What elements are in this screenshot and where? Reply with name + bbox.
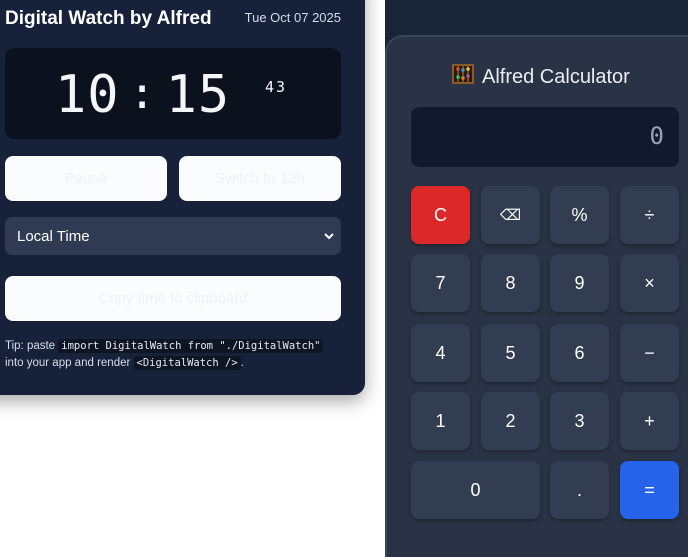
watch-title: Digital Watch by Alfred <box>5 8 212 29</box>
watch-date: Tue Oct 07 2025 <box>244 10 341 25</box>
key-3[interactable]: 3 <box>550 392 609 450</box>
key-0[interactable]: 0 <box>411 461 540 519</box>
clock-seconds: 43 <box>265 78 288 96</box>
copy-time-button[interactable]: Copy time to clipboard <box>5 276 341 321</box>
key-6[interactable]: 6 <box>550 324 609 382</box>
clock-display: 10:15 43 <box>5 48 341 139</box>
pause-button[interactable]: Pause <box>5 156 167 201</box>
calculator-title-text: Alfred Calculator <box>482 65 630 88</box>
equals-button[interactable]: = <box>620 461 679 519</box>
minus-button[interactable]: − <box>620 324 679 382</box>
clock-digits: 10:15 <box>55 65 230 128</box>
decimal-button[interactable]: . <box>550 461 609 519</box>
backspace-button[interactable]: ⌫ <box>481 186 540 244</box>
chevron-down-icon <box>323 229 335 246</box>
clock-separator: : <box>128 68 157 119</box>
key-4[interactable]: 4 <box>411 324 470 382</box>
tip-text: Tip: paste import DigitalWatch from "./D… <box>5 338 365 372</box>
tip-import-code: import DigitalWatch from "./DigitalWatch… <box>58 339 324 353</box>
display-value: 0 <box>649 122 664 150</box>
tip-prefix: Tip: paste <box>5 340 56 352</box>
tip-suffix: . <box>240 357 244 369</box>
divide-button[interactable]: ÷ <box>620 186 679 244</box>
watch-panel: Digital Watch by Alfred Tue Oct 07 2025 … <box>0 0 365 395</box>
clock-minutes: 15 <box>165 65 231 125</box>
key-1[interactable]: 1 <box>411 392 470 450</box>
clock-hours: 10 <box>55 65 120 125</box>
key-2[interactable]: 2 <box>481 392 540 450</box>
abacus-icon <box>452 64 474 90</box>
plus-button[interactable]: + <box>620 392 679 450</box>
timezone-select[interactable]: Local Time <box>5 217 341 255</box>
key-5[interactable]: 5 <box>481 324 540 382</box>
multiply-button[interactable]: × <box>620 254 679 312</box>
key-7[interactable]: 7 <box>411 254 470 312</box>
key-8[interactable]: 8 <box>481 254 540 312</box>
key-9[interactable]: 9 <box>550 254 609 312</box>
calculator-display: 0 <box>411 107 679 167</box>
calculator-title: Alfred Calculator <box>452 64 630 90</box>
switch-12h-button[interactable]: Switch to 12h <box>179 156 341 201</box>
timezone-selected: Local Time <box>17 228 90 245</box>
tip-render-code: <DigitalWatch /> <box>133 356 241 370</box>
clear-button[interactable]: C <box>411 186 470 244</box>
percent-button[interactable]: % <box>550 186 609 244</box>
tip-middle: into your app and render <box>5 357 131 369</box>
